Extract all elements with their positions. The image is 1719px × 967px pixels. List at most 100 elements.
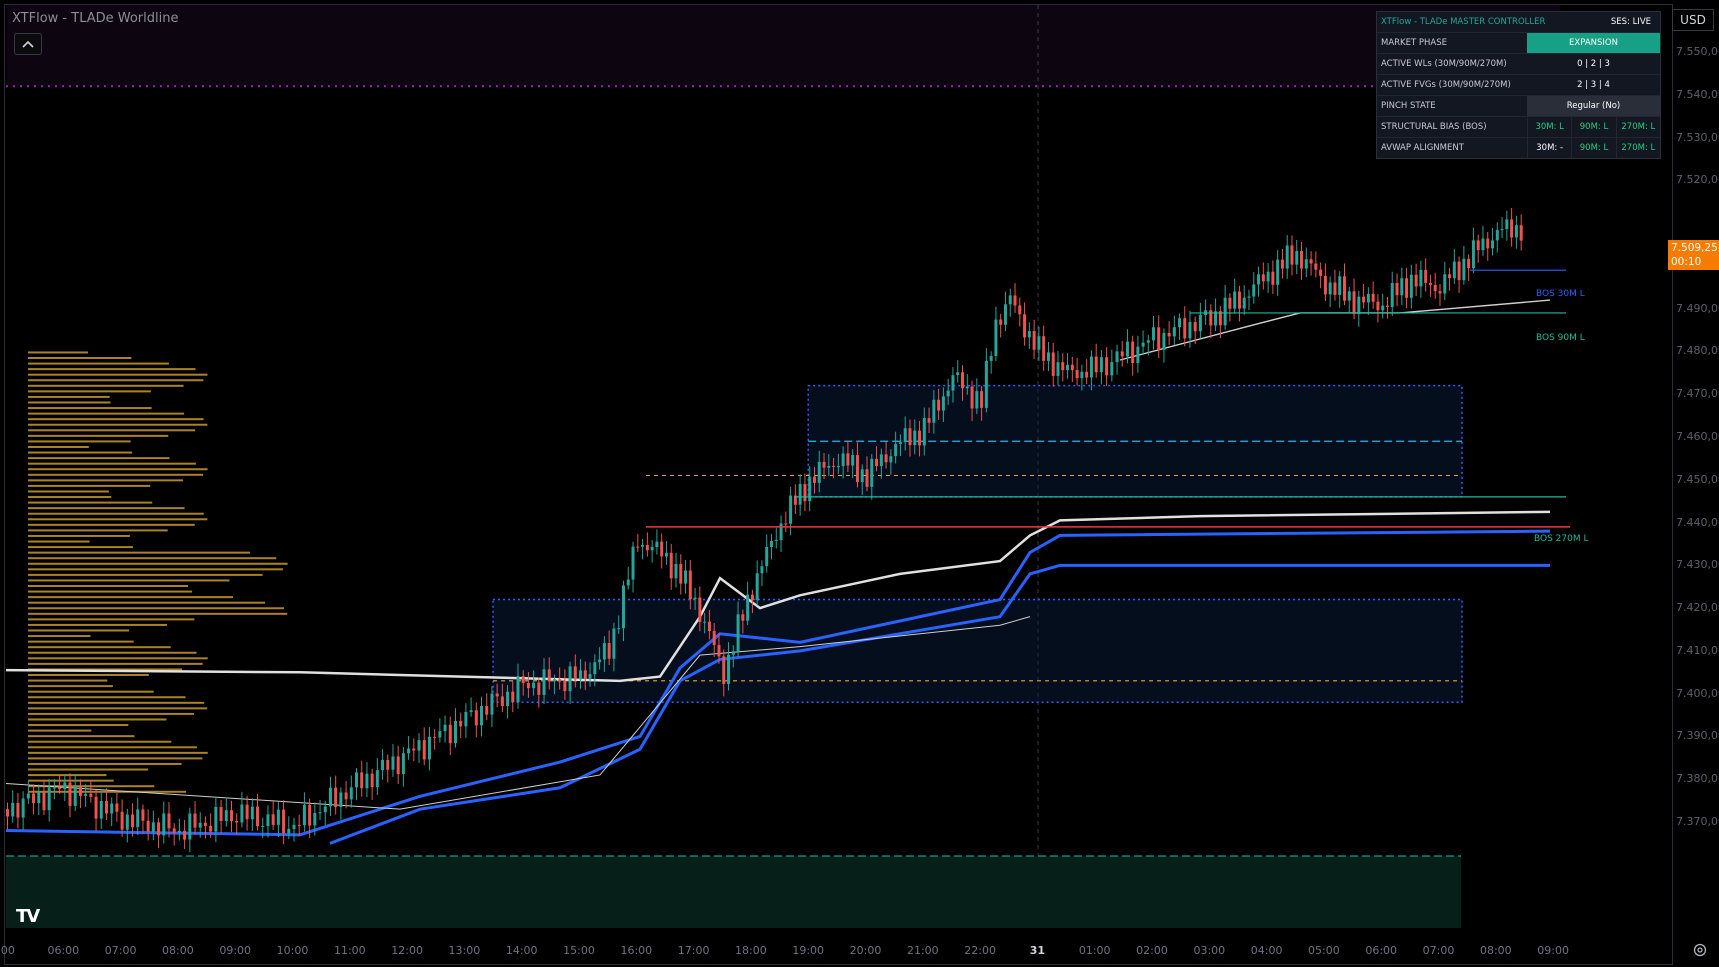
candle-body	[841, 453, 845, 467]
volume-bar	[28, 568, 283, 571]
time-tick-label: 04:00	[1250, 944, 1283, 957]
gear-icon[interactable]	[1692, 942, 1708, 958]
candle-body	[989, 355, 993, 361]
candle-body	[136, 809, 140, 828]
candle-body	[937, 399, 941, 411]
last-price-value: 7.509,25	[1671, 242, 1718, 254]
candle-body	[323, 806, 327, 813]
candle-body	[1089, 356, 1093, 378]
time-tick-label: 19:00	[792, 944, 825, 957]
candle-body	[224, 810, 228, 822]
candle-body	[422, 740, 426, 760]
candle-body	[1162, 332, 1166, 350]
candle-body	[344, 792, 348, 800]
time-tick-label: 09:00	[219, 944, 252, 957]
candle-body	[1366, 293, 1370, 303]
fvg-zone	[492, 598, 1463, 703]
candle-body	[1193, 321, 1197, 332]
candle-body	[1042, 336, 1046, 361]
currency-selector[interactable]: USD	[1672, 9, 1714, 31]
tradingview-logo-icon[interactable]: TV	[16, 906, 40, 927]
candle-body	[1003, 304, 1007, 325]
candle-body	[42, 792, 46, 811]
candle-body	[292, 824, 296, 829]
candle-body	[1146, 340, 1150, 343]
volume-bar	[28, 351, 88, 354]
candle-body	[1198, 315, 1202, 332]
candle-body	[1261, 274, 1265, 282]
price-tick-label: 7.450,00	[1676, 472, 1719, 486]
candle-body	[386, 760, 390, 770]
candle-body	[1178, 318, 1182, 328]
candle-body	[183, 830, 187, 840]
volume-bar	[28, 468, 208, 471]
candle-body	[832, 465, 836, 467]
candle-body	[755, 573, 759, 601]
collapse-button[interactable]	[14, 33, 42, 55]
candle-body	[922, 418, 926, 446]
candle-body	[846, 453, 850, 466]
active-fvgs-label: ACTIVE FVGs (30M/90M/270M)	[1381, 80, 1511, 90]
candle-body	[784, 523, 788, 525]
candle-body	[328, 787, 332, 807]
candle-body	[271, 814, 275, 825]
volume-bar	[28, 779, 114, 782]
volume-bar	[28, 401, 111, 404]
candle-body	[1510, 219, 1514, 238]
candle-body	[1486, 238, 1490, 249]
price-tick-label: 7.400,00	[1676, 686, 1719, 700]
candle-body	[21, 798, 25, 818]
candle-body	[1228, 297, 1232, 309]
candle-body	[812, 476, 816, 483]
candle-body	[537, 682, 541, 695]
candle-body	[1381, 305, 1385, 311]
candle-body	[547, 669, 551, 682]
candle-body	[1352, 291, 1356, 315]
candle-body	[817, 461, 821, 483]
candle-body	[1066, 364, 1070, 371]
volume-bar	[28, 407, 152, 410]
time-tick-label: 03:00	[1193, 944, 1226, 957]
candle-body	[1505, 219, 1509, 230]
candle-body	[860, 469, 864, 483]
candle-body	[612, 628, 616, 659]
candle-body	[760, 566, 764, 574]
volume-bar	[28, 696, 186, 699]
volume-bar	[28, 629, 130, 632]
candle-body	[1309, 259, 1313, 264]
candle-body	[172, 828, 176, 833]
bias-30m: 30M: L	[1527, 117, 1571, 137]
time-tick-label: 15:00	[563, 944, 595, 957]
candle-body	[1271, 271, 1275, 285]
top-zone	[6, 5, 1560, 87]
candle-body	[660, 541, 664, 557]
candle-body	[308, 804, 312, 826]
candle-body	[650, 547, 654, 551]
volume-bar	[28, 590, 193, 593]
candle-body	[125, 814, 129, 830]
candle-body	[474, 710, 478, 726]
time-tick-label: 07:00	[104, 944, 137, 957]
candle-body	[542, 669, 546, 695]
volume-bar	[28, 707, 208, 710]
candle-body	[453, 721, 457, 744]
candle-body	[1390, 283, 1394, 307]
bos-90m-label: BOS 90M L	[1536, 333, 1585, 343]
candle-body	[717, 645, 721, 657]
volume-bar	[28, 357, 132, 360]
volume-bar	[28, 757, 203, 760]
candle-body	[999, 319, 1003, 325]
candle-body	[438, 731, 442, 738]
active-wls-value: 0 | 2 | 3	[1577, 59, 1610, 69]
chart-area[interactable]: XTFlow - TLADe Worldline USD 7.550,00 7.5…	[0, 0, 1719, 967]
candle-body	[443, 724, 447, 732]
candle-body	[1013, 295, 1017, 306]
time-tick-label: 08:00	[1479, 944, 1512, 957]
candle-body	[1433, 284, 1437, 292]
candle-body	[865, 469, 869, 487]
candle-body	[58, 787, 62, 790]
price-tick-label: 7.530,00	[1676, 130, 1719, 144]
candle-body	[1120, 351, 1124, 357]
candle-body	[1495, 229, 1499, 241]
candle-body	[946, 390, 950, 397]
